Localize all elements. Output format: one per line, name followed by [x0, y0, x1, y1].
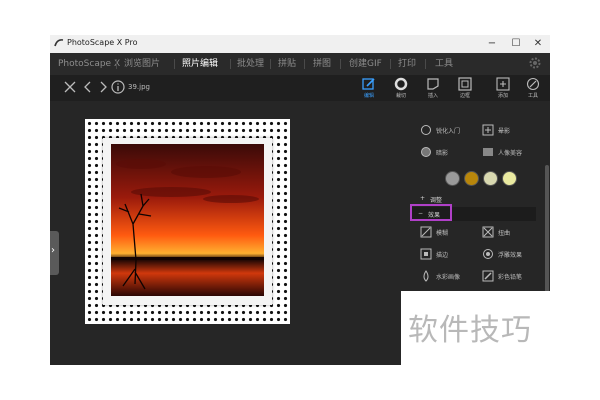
tab-edit[interactable]: 编辑	[354, 77, 384, 101]
file-name: 39.jpg	[128, 83, 150, 91]
menu-separator	[270, 59, 271, 69]
swatch-4[interactable]	[502, 171, 517, 186]
panel-item-shadow[interactable]: 暗影	[420, 144, 480, 162]
beauty-icon	[483, 148, 493, 156]
watercolor-icon	[423, 270, 429, 282]
menu-separator	[116, 59, 117, 69]
close-icon[interactable]	[62, 79, 78, 95]
panel-item-label: 扭曲	[498, 230, 511, 237]
panel-item-beauty[interactable]: 人像美容	[482, 144, 542, 162]
editor-toolbar: 39.jpg 编辑 裁切 插入 边框 添加 工具	[50, 75, 550, 101]
chevron-right-icon[interactable]	[95, 79, 111, 95]
expand-icon: +	[420, 195, 426, 202]
panel-item-watercolor[interactable]: 水彩画像	[420, 268, 480, 286]
panel-item-label: 晕影	[498, 128, 511, 135]
title-bar: PhotoScape X Pro − ☐ ✕	[50, 35, 550, 53]
gear-icon[interactable]	[528, 56, 542, 70]
menu-collage[interactable]: 拼贴	[278, 53, 296, 75]
panel-item-stroke[interactable]: 描边	[420, 246, 480, 264]
tab-tools-label: 工具	[527, 93, 538, 99]
menu-tools[interactable]: 工具	[435, 53, 453, 75]
tab-add-label: 添加	[497, 93, 508, 99]
panel-item-label: 水彩画像	[436, 274, 461, 281]
menu-editor[interactable]: 照片编辑	[182, 53, 218, 75]
swatch-3[interactable]	[483, 171, 498, 186]
menu-gif[interactable]: 创建GIF	[349, 53, 382, 75]
minimize-button[interactable]: −	[480, 35, 504, 53]
panel-item-emboss[interactable]: 浮雕效果	[482, 246, 542, 264]
menu-batch[interactable]: 批处理	[237, 53, 264, 75]
close-button[interactable]: ✕	[526, 35, 550, 53]
panel-item-label: 模糊	[436, 230, 449, 237]
menu-separator	[340, 59, 341, 69]
panel-item-blur[interactable]: 模糊	[420, 224, 480, 242]
tab-crop[interactable]: 裁切	[386, 77, 416, 101]
shadow-icon	[421, 147, 431, 157]
info-icon[interactable]	[110, 79, 126, 95]
tools-icon	[526, 77, 540, 91]
menu-photoscape-x[interactable]: PhotoScape X	[58, 53, 120, 75]
panel-item-distort[interactable]: 扭曲	[482, 224, 542, 242]
menu-separator	[230, 59, 231, 69]
insert-icon	[427, 78, 439, 90]
menu-separator	[425, 59, 426, 69]
selection-highlight	[410, 204, 452, 221]
sunset-photo	[111, 144, 264, 296]
sharpen-icon	[421, 125, 431, 135]
chevron-left-icon[interactable]	[80, 79, 96, 95]
frame-icon	[458, 77, 472, 91]
stroke-icon	[420, 248, 432, 260]
panel-item-label: 锐化入门	[436, 128, 461, 135]
circle-icon	[394, 77, 408, 91]
tab-crop-label: 裁切	[395, 93, 406, 99]
left-panel-toggle[interactable]: ›	[50, 231, 59, 275]
tab-edit-label: 编辑	[363, 93, 374, 99]
panel-item-label: 浮雕效果	[498, 252, 523, 259]
tab-insert[interactable]: 插入	[418, 77, 448, 101]
section-adjust-label: 调整	[430, 197, 443, 204]
tab-add[interactable]: 添加	[488, 77, 518, 101]
menu-print[interactable]: 打印	[398, 53, 416, 75]
menu-viewer[interactable]: 浏览图片	[124, 53, 160, 75]
panel-item-pencil[interactable]: 彩色铅笔	[482, 268, 542, 286]
blur-icon	[420, 226, 432, 238]
panel-item-vignette[interactable]: 晕影	[482, 122, 542, 140]
distort-icon	[482, 226, 494, 238]
menu-separator	[390, 59, 391, 69]
tab-frame[interactable]: 边框	[450, 77, 480, 101]
panel-item-label: 暗影	[436, 150, 449, 157]
app-logo-icon	[54, 39, 64, 47]
panel-item-sharpen[interactable]: 锐化入门	[420, 122, 480, 140]
menu-combine[interactable]: 拼图	[313, 53, 331, 75]
pencil-icon	[482, 270, 494, 282]
main-menu: PhotoScape X 浏览图片 照片编辑 批处理 拼贴 拼图 创建GIF 打…	[50, 53, 550, 75]
emboss-icon	[483, 249, 493, 259]
tab-insert-label: 插入	[427, 93, 438, 99]
add-icon	[496, 77, 510, 91]
swatch-1[interactable]	[445, 171, 460, 186]
chevron-right-icon: ›	[51, 245, 55, 256]
panel-item-label: 彩色铅笔	[498, 274, 523, 281]
maximize-button[interactable]: ☐	[504, 35, 528, 53]
watermark-text: 软件技巧	[408, 313, 532, 348]
vignette-icon	[482, 124, 494, 136]
panel-item-label: 描边	[436, 252, 449, 259]
panel-item-label: 人像美容	[498, 150, 523, 157]
window-title: PhotoScape X Pro	[67, 38, 138, 47]
tab-frame-label: 边框	[459, 93, 470, 99]
edit-icon	[362, 78, 375, 90]
menu-separator	[304, 59, 305, 69]
menu-separator	[174, 59, 175, 69]
tab-tools[interactable]: 工具	[518, 77, 548, 101]
swatch-2[interactable]	[464, 171, 479, 186]
